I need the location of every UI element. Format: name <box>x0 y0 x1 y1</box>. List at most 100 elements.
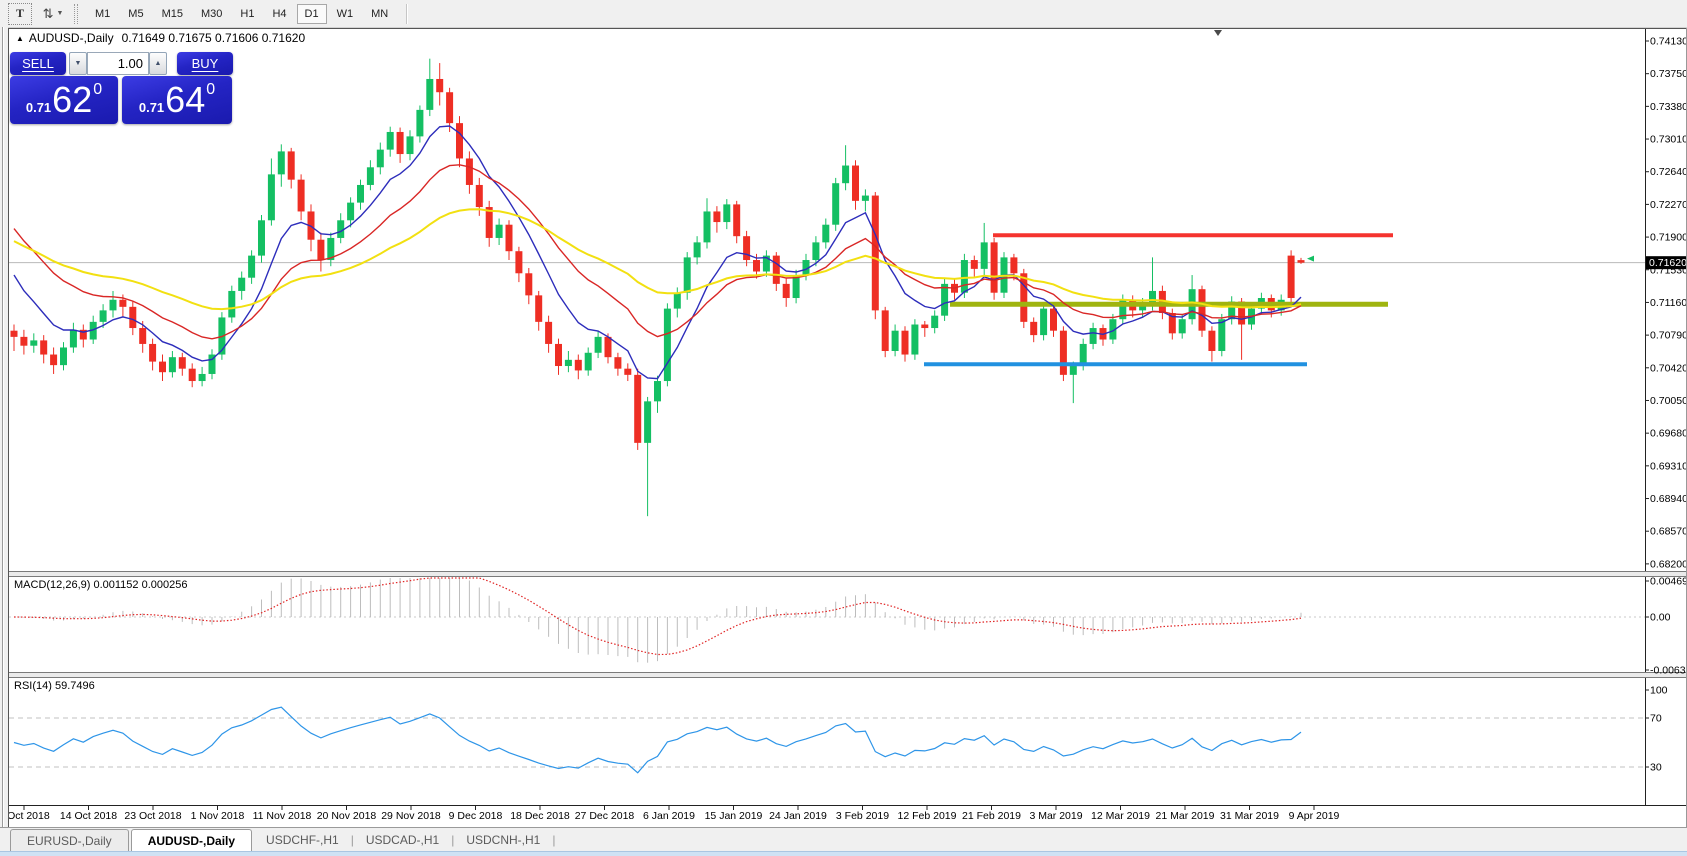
candle-body <box>466 158 473 184</box>
sell-price-main: 0.71 <box>26 100 51 115</box>
candle-body <box>1050 309 1057 331</box>
volume-decrease-button[interactable]: ▼ <box>69 52 87 75</box>
timeframe-button-h1[interactable]: H1 <box>232 4 262 24</box>
chart-tab-usdcnhh1[interactable]: USDCNH-,H1 <box>454 830 552 851</box>
window-left-edge <box>0 27 8 856</box>
candle-body <box>654 381 661 401</box>
timeframe-button-m15[interactable]: M15 <box>154 4 191 24</box>
candle-body <box>585 353 592 371</box>
buy-price-sup: 0 <box>206 81 215 99</box>
sell-price-display[interactable]: 0.71 62 0 <box>10 76 118 124</box>
timeframe-button-mn[interactable]: MN <box>363 4 396 24</box>
buy-button[interactable]: BUY <box>177 52 233 75</box>
candle-body <box>100 310 107 321</box>
timeframe-button-m30[interactable]: M30 <box>193 4 230 24</box>
candle-body <box>169 357 176 372</box>
date-label: 29 Nov 2018 <box>381 810 441 822</box>
candle-body <box>822 225 829 243</box>
date-label: 27 Dec 2018 <box>575 810 635 822</box>
date-label: 3 Feb 2019 <box>836 810 889 822</box>
buy-price-main: 0.71 <box>139 100 164 115</box>
candle-body <box>1218 319 1225 351</box>
price-axis-label: 0.73010 <box>1650 134 1687 146</box>
candle-body <box>426 79 433 110</box>
candle-body <box>317 240 324 260</box>
candle-body <box>931 316 938 328</box>
candle-body <box>179 357 186 368</box>
candle-body <box>624 369 631 375</box>
chart-tab-audusddaily[interactable]: AUDUSD-,Daily <box>131 829 252 851</box>
price-axis-label: 0.72640 <box>1650 166 1687 178</box>
candle-body <box>238 278 245 291</box>
candle-body <box>20 337 27 346</box>
candle-body <box>189 369 196 381</box>
candle-body <box>1298 260 1305 263</box>
candle-body <box>911 325 918 355</box>
text-tool-button[interactable]: T <box>8 3 32 25</box>
candle-body <box>575 360 582 371</box>
price-axis-label: 0.69310 <box>1650 460 1687 472</box>
candle-body <box>812 242 819 260</box>
candle-body <box>407 136 414 154</box>
price-axis-label: 0.70420 <box>1650 362 1687 374</box>
candle-body <box>416 110 423 136</box>
candle-body <box>476 185 483 207</box>
timeframe-button-m5[interactable]: M5 <box>120 4 151 24</box>
candle-body <box>60 347 67 365</box>
candle-body <box>515 251 522 273</box>
candle-body <box>149 344 156 362</box>
date-label: 9 Dec 2018 <box>449 810 503 822</box>
chart-tab-usdcadh1[interactable]: USDCAD-,H1 <box>354 830 451 851</box>
candle-body <box>644 401 651 443</box>
candle-body <box>793 275 800 298</box>
date-label: 31 Mar 2019 <box>1220 810 1279 822</box>
candle-body <box>357 185 364 203</box>
candle-body <box>723 204 730 222</box>
volume-input[interactable] <box>87 52 149 75</box>
timeframe-button-w1[interactable]: W1 <box>329 4 362 24</box>
timeframe-button-d1[interactable]: D1 <box>297 4 327 24</box>
macd-axis-label: -0.00639 <box>1650 665 1687 677</box>
buy-price-display[interactable]: 0.71 64 0 <box>122 76 232 124</box>
collapse-triangle-icon[interactable]: ▲ <box>16 34 24 43</box>
volume-increase-button[interactable]: ▲ <box>149 52 167 75</box>
candle-body <box>436 79 443 92</box>
candle-body <box>545 322 552 344</box>
date-label: 3 Mar 2019 <box>1029 810 1082 822</box>
tab-separator: | <box>552 830 555 851</box>
candle-body <box>981 242 988 268</box>
candle-body <box>892 331 899 351</box>
date-label: 12 Feb 2019 <box>898 810 957 822</box>
date-label: 21 Mar 2019 <box>1156 810 1215 822</box>
price-axis-label: 0.71900 <box>1650 232 1687 244</box>
chart-symbol-label: AUDUSD-,Daily <box>29 31 114 45</box>
candle-body <box>1010 257 1017 273</box>
chart-canvas[interactable]: 0.741300.737500.733800.730100.726400.722… <box>8 28 1687 827</box>
chart-tab-usdchfh1[interactable]: USDCHF-,H1 <box>254 830 351 851</box>
timeframe-button-h4[interactable]: H4 <box>264 4 294 24</box>
candle-body <box>694 242 701 257</box>
candle-body <box>1060 331 1067 375</box>
date-label: 11 Nov 2018 <box>253 810 312 822</box>
candle-body <box>773 256 780 284</box>
candle-body <box>753 260 760 271</box>
candle-body <box>129 307 136 328</box>
sell-button[interactable]: SELL <box>10 52 66 75</box>
timeframe-button-m1[interactable]: M1 <box>87 4 118 24</box>
candle-body <box>941 284 948 316</box>
toolbar-grip[interactable] <box>74 4 78 24</box>
candle-body <box>743 236 750 260</box>
arrows-tool-button[interactable]: ⇅ ▼ <box>42 4 64 24</box>
chart-background <box>8 28 1687 827</box>
candle-body <box>713 211 720 222</box>
candle-body <box>139 328 146 344</box>
timeframe-group: M1M5M15M30H1H4D1W1MN <box>86 4 397 24</box>
candle-body <box>862 196 869 201</box>
candle-body <box>1179 319 1186 333</box>
chart-tab-eurusddaily[interactable]: EURUSD-,Daily <box>10 829 129 851</box>
candle-body <box>40 340 47 354</box>
candle-body <box>456 123 463 158</box>
chart-toolbar: T ⇅ ▼ M1M5M15M30H1H4D1W1MN <box>0 0 1687 28</box>
candle-body <box>525 273 532 295</box>
chevron-down-icon: ▼ <box>56 10 63 17</box>
